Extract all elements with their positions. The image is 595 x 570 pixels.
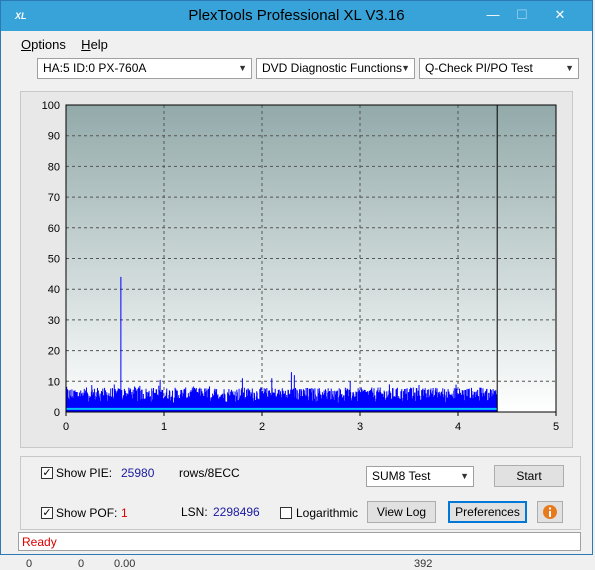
minimize-button[interactable]: — — [480, 5, 506, 25]
show-pie-checkbox[interactable]: ✓ — [41, 467, 53, 479]
main-window: XL PlexTools Professional XL V3.16 — ☐ ✕… — [0, 0, 593, 555]
chevron-down-icon: ▼ — [460, 471, 469, 481]
function-select-value: DVD Diagnostic Functions — [262, 61, 403, 75]
status-text: Ready — [22, 535, 57, 549]
y-tick-label: 50 — [48, 254, 60, 266]
y-tick-label: 10 — [48, 376, 60, 388]
y-tick-label: 40 — [48, 284, 60, 296]
background-value-b: 0 — [78, 558, 85, 570]
lsn-label: LSN: — [181, 505, 208, 519]
maximize-button[interactable]: ☐ — [509, 5, 535, 25]
menu-bar: Options Help — [21, 37, 120, 53]
status-bar: Ready — [18, 532, 581, 551]
y-tick-label: 60 — [48, 223, 60, 235]
background-value-d: 392 — [414, 558, 433, 570]
pi-po-chart: 10090807060504030201000 1 2 3 4 5 — [42, 100, 559, 433]
title-bar[interactable]: XL PlexTools Professional XL V3.16 — ☐ ✕ — [1, 1, 592, 31]
rows-unit-label: rows/8ECC — [179, 466, 240, 480]
lsn-value: 2298496 — [213, 505, 260, 519]
menu-options[interactable]: Options — [21, 37, 66, 52]
chart-frame: 100 90 80 70 60 50 40 30 20 10 0 0 1 2 3 4 5 — [20, 91, 573, 448]
test-select-value: Q-Check PI/PO Test — [425, 61, 533, 75]
y-tick-label: 80 — [48, 161, 60, 173]
poe-value: 1 — [121, 506, 128, 520]
x-tick-label: 4 — [455, 421, 461, 433]
close-button[interactable]: ✕ — [538, 5, 582, 25]
drive-select-value: HA:5 ID:0 PX-760A — [43, 61, 147, 75]
y-tick-label: 90 — [48, 131, 60, 143]
start-button[interactable]: Start — [494, 465, 564, 487]
x-tick-label: 1 — [161, 421, 167, 433]
sum-test-select[interactable]: SUM8 Test ▼ — [366, 466, 474, 487]
info-icon — [543, 505, 557, 519]
menu-help[interactable]: Help — [81, 37, 108, 52]
show-pie-label: Show PIE: — [56, 466, 113, 480]
y-tick-label: 70 — [48, 192, 60, 204]
sum-test-select-value: SUM8 Test — [372, 469, 431, 483]
function-select[interactable]: DVD Diagnostic Functions ▼ — [256, 58, 415, 79]
info-button[interactable] — [537, 501, 563, 523]
x-tick-label: 0 — [63, 421, 69, 433]
x-tick-label: 5 — [553, 421, 559, 433]
chevron-down-icon: ▼ — [565, 63, 574, 73]
background-value-c: 0.00 — [114, 558, 136, 570]
y-tick-label: 0 — [54, 407, 60, 419]
show-poe-label: Show POF: — [56, 506, 118, 520]
logarithmic-checkbox[interactable] — [280, 507, 292, 519]
y-tick-label: 100 — [42, 100, 60, 112]
chevron-down-icon: ▼ — [238, 63, 247, 73]
view-log-button[interactable]: View Log — [367, 501, 436, 523]
y-tick-label: 20 — [48, 346, 60, 358]
x-tick-label: 2 — [259, 421, 265, 433]
drive-select[interactable]: HA:5 ID:0 PX-760A ▼ — [37, 58, 252, 79]
show-poe-checkbox[interactable]: ✓ — [41, 507, 53, 519]
preferences-button[interactable]: Preferences — [448, 501, 527, 523]
pie-value: 25980 — [121, 466, 155, 480]
logarithmic-label: Logarithmic — [296, 506, 359, 520]
x-tick-label: 3 — [357, 421, 363, 433]
background-value-a: 0 — [26, 558, 33, 570]
y-tick-label: 30 — [48, 315, 60, 327]
test-select[interactable]: Q-Check PI/PO Test ▼ — [419, 58, 579, 79]
chevron-down-icon: ▼ — [401, 63, 410, 73]
